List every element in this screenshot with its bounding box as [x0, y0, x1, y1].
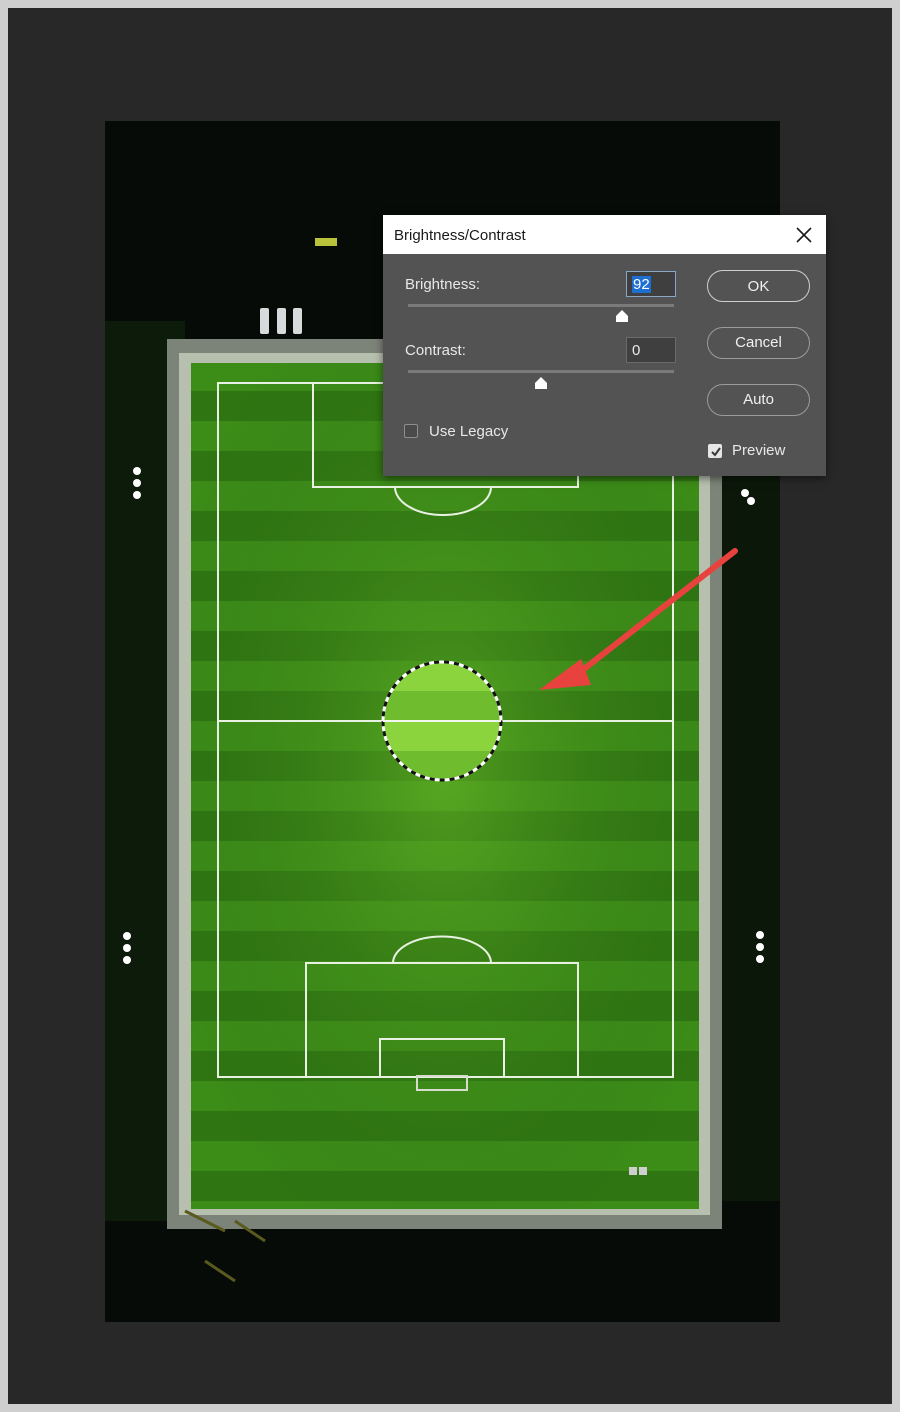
contrast-slider-track[interactable]	[408, 370, 674, 373]
preview-label: Preview	[732, 442, 786, 459]
contrast-value: 0	[632, 342, 641, 359]
cancel-button[interactable]: Cancel	[707, 327, 810, 359]
dialog-title: Brightness/Contrast	[394, 227, 526, 244]
brightness-input[interactable]: 92	[626, 271, 676, 297]
contrast-label: Contrast:	[405, 342, 466, 359]
brightness-label: Brightness:	[405, 276, 481, 293]
dialog-titlebar[interactable]: Brightness/Contrast	[383, 215, 826, 254]
preview-checkbox[interactable]	[708, 444, 722, 458]
close-icon	[796, 227, 812, 243]
brightness-slider-thumb[interactable]	[615, 310, 629, 323]
contrast-slider-thumb[interactable]	[534, 377, 548, 390]
use-legacy-checkbox[interactable]	[404, 424, 418, 438]
ok-button[interactable]: OK	[707, 270, 810, 302]
auto-button[interactable]: Auto	[707, 384, 810, 416]
close-button[interactable]	[792, 223, 816, 247]
brightness-contrast-dialog: Brightness/Contrast Brightness: 92 Contr…	[383, 215, 826, 476]
checkmark-icon	[711, 447, 721, 457]
brightness-slider-track[interactable]	[408, 304, 674, 307]
contrast-input[interactable]: 0	[626, 337, 676, 363]
brightness-value: 92	[632, 276, 651, 293]
use-legacy-label: Use Legacy	[429, 423, 509, 440]
